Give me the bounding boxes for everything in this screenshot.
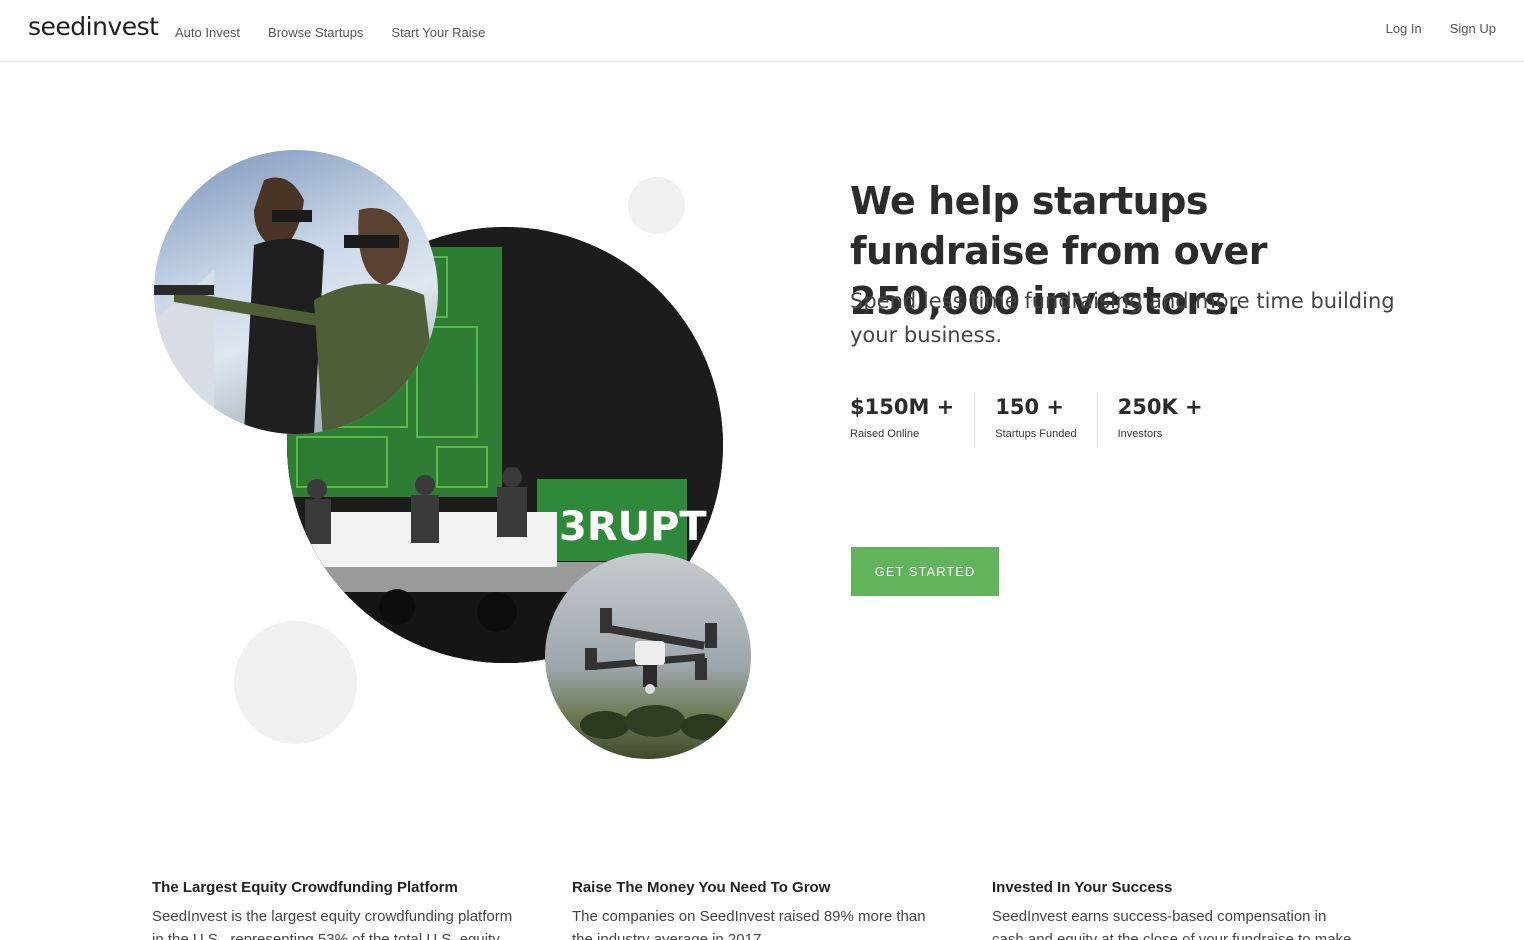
feature-largest-platform: The Largest Equity Crowdfunding Platform… <box>152 879 522 940</box>
stat-raised-online: $150M + Raised Online <box>850 392 974 448</box>
stage-sign-text: 3RUPT <box>559 504 707 550</box>
nav-start-your-raise[interactable]: Start Your Raise <box>391 25 485 40</box>
feature-raise-money: Raise The Money You Need To Grow The com… <box>572 879 942 940</box>
nav-browse-startups[interactable]: Browse Startups <box>268 25 363 40</box>
auth-links: Log In Sign Up <box>1386 21 1496 36</box>
stat-label: Raised Online <box>850 428 920 440</box>
decorative-circle-small <box>628 177 685 234</box>
vr-headset-photo <box>154 150 438 434</box>
nav-auto-invest[interactable]: Auto Invest <box>175 25 240 40</box>
get-started-button[interactable]: GET STARTED <box>851 547 999 596</box>
seedinvest-logo[interactable]: seedinvest <box>28 12 159 41</box>
feature-text: The companies on SeedInvest raised 89% m… <box>572 908 926 940</box>
stat-startups-funded: 150 + Startups Funded <box>974 392 1096 448</box>
stat-label: Startups Funded <box>995 428 1077 440</box>
feature-text: SeedInvest is the largest equity crowdfu… <box>152 908 513 940</box>
stat-value: 150 + <box>995 395 1065 419</box>
feature-title: The Largest Equity Crowdfunding Platform <box>152 879 458 896</box>
hero-subhead: Spend less time fundraising and more tim… <box>850 289 1395 347</box>
feature-invested-success: Invested In Your Success SeedInvest earn… <box>992 879 1362 940</box>
main-nav: Auto Invest Browse Startups Start Your R… <box>175 25 485 40</box>
feature-text: SeedInvest earns success-based compensat… <box>992 908 1352 940</box>
drone-photo <box>545 553 751 759</box>
stats-row: $150M + Raised Online 150 + Startups Fun… <box>850 392 1223 448</box>
stat-value: 250K + <box>1117 395 1203 419</box>
site-header: seedinvest Auto Invest Browse Startups S… <box>0 0 1524 62</box>
vr-illustration <box>154 177 438 434</box>
login-link[interactable]: Log In <box>1386 21 1422 36</box>
decorative-circle-large <box>234 621 357 744</box>
drone-illustration <box>580 608 729 740</box>
stat-label: Investors <box>1117 428 1163 440</box>
signup-link[interactable]: Sign Up <box>1450 21 1496 36</box>
stat-investors: 250K + Investors <box>1096 392 1223 448</box>
feature-title: Invested In Your Success <box>992 879 1173 896</box>
stat-value: $150M + <box>850 395 955 419</box>
feature-title: Raise The Money You Need To Grow <box>572 879 831 896</box>
